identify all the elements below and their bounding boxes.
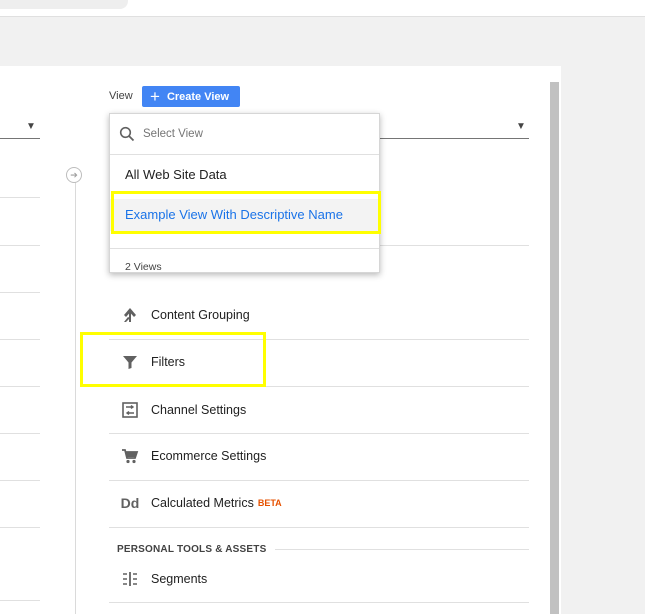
create-view-button[interactable]: + Create View <box>142 86 240 107</box>
highlight-box-view-option <box>111 191 381 234</box>
search-icon <box>119 126 135 142</box>
view-search[interactable]: Select View <box>110 114 379 155</box>
settings-item-label: Content Grouping <box>151 308 250 322</box>
top-search-pill[interactable] <box>0 0 128 9</box>
left-divider <box>0 339 40 340</box>
settings-item-label: Ecommerce Settings <box>151 449 267 463</box>
top-bar <box>0 0 645 17</box>
left-divider <box>0 245 40 246</box>
settings-item-label: Segments <box>151 572 208 586</box>
left-divider <box>0 527 40 528</box>
shopping-cart-icon <box>117 447 143 465</box>
view-dropdown-arrow-icon[interactable]: ▼ <box>516 121 526 132</box>
view-label: View <box>109 90 133 102</box>
column-separator <box>75 180 76 614</box>
column-arrow-icon[interactable]: ➔ <box>66 167 82 183</box>
scrollbar[interactable] <box>550 82 559 614</box>
section-divider <box>275 549 529 550</box>
plus-icon: + <box>150 87 160 106</box>
view-search-placeholder: Select View <box>143 128 203 140</box>
settings-item-ecommerce-settings[interactable]: Ecommerce Settings <box>109 433 529 479</box>
property-dropdown-arrow-icon[interactable]: ▼ <box>26 121 36 132</box>
row-divider <box>109 527 529 528</box>
highlight-box-filters <box>80 332 266 387</box>
settings-item-channel-settings[interactable]: Channel Settings <box>109 387 529 433</box>
section-heading: PERSONAL TOOLS & ASSETS <box>117 544 267 555</box>
segments-icon <box>117 570 143 588</box>
left-divider <box>0 600 40 601</box>
calculated-metrics-icon: Dd <box>120 495 140 511</box>
left-divider <box>0 433 40 434</box>
channel-settings-icon <box>117 401 143 419</box>
left-divider <box>0 197 40 198</box>
row-divider <box>109 602 529 603</box>
property-dropdown-underline <box>0 138 40 139</box>
left-divider <box>0 386 40 387</box>
view-option-all-web-site-data[interactable]: All Web Site Data <box>125 167 227 182</box>
settings-item-segments[interactable]: Segments <box>109 556 529 602</box>
settings-item-calculated-metrics[interactable]: Dd Calculated Metrics BETA <box>109 480 529 526</box>
settings-item-label: Channel Settings <box>151 403 247 417</box>
view-count: 2 Views <box>125 261 162 273</box>
left-divider <box>0 292 40 293</box>
create-view-label: Create View <box>166 90 230 103</box>
dropdown-divider <box>110 248 379 249</box>
beta-badge: BETA <box>257 498 282 508</box>
settings-item-label: Calculated Metrics <box>151 496 254 510</box>
left-divider <box>0 480 40 481</box>
content-grouping-icon <box>117 306 143 324</box>
